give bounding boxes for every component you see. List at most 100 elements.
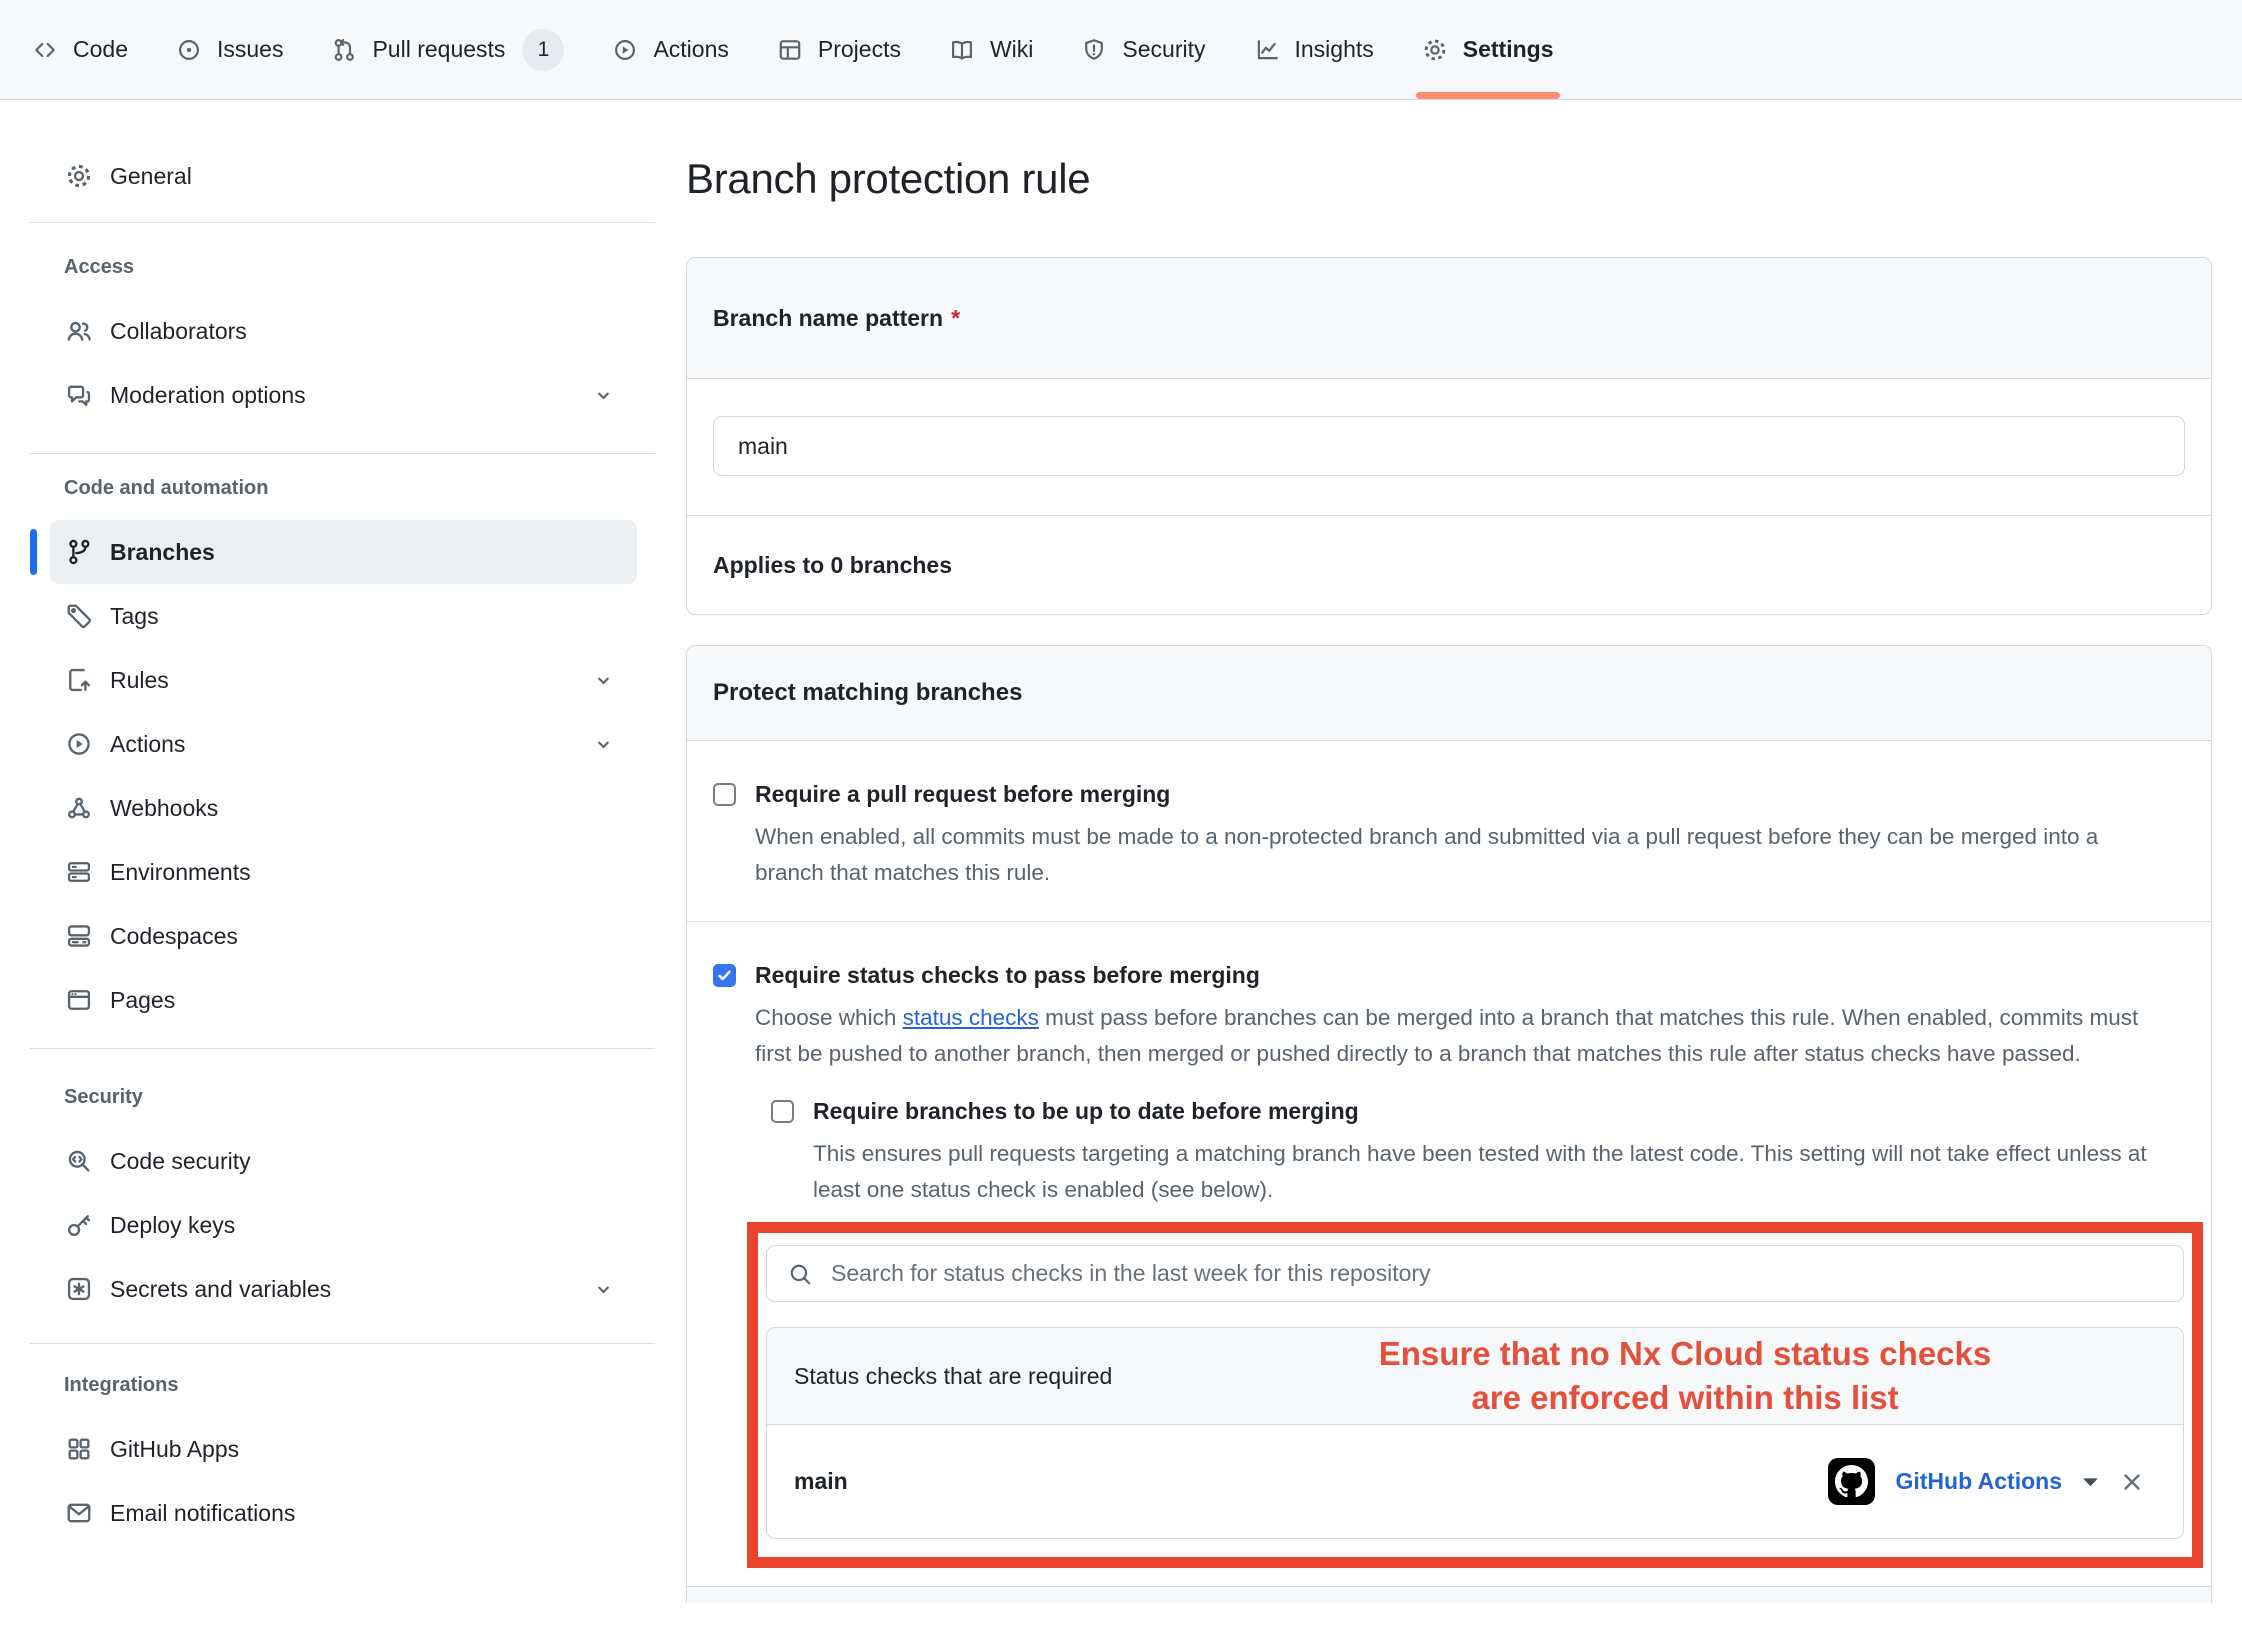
sidebar-item-label: Moderation options	[110, 382, 306, 409]
people-icon	[65, 317, 93, 345]
required-status-checks-title: Status checks that are required	[794, 1363, 1112, 1390]
sidebar-section-integrations: Integrations	[30, 1371, 655, 1399]
sidebar-item-webhooks[interactable]: Webhooks	[50, 776, 637, 840]
branch-name-pattern-header: Branch name pattern *	[687, 258, 2211, 379]
tab-projects[interactable]: Projects	[753, 0, 925, 99]
sidebar-item-code-security[interactable]: Code security	[50, 1129, 637, 1193]
sidebar-item-rules[interactable]: Rules	[50, 648, 637, 712]
branch-name-pattern-card: Branch name pattern * Applies to 0 branch…	[686, 257, 2212, 615]
sidebar-item-pages[interactable]: Pages	[50, 968, 637, 1032]
tab-settings[interactable]: Settings	[1398, 0, 1578, 99]
issue-opened-icon	[176, 37, 202, 63]
required-asterisk: *	[951, 305, 960, 331]
sidebar-item-label: Webhooks	[110, 795, 218, 822]
sidebar-item-label: Pages	[110, 987, 175, 1014]
remove-status-check-icon[interactable]	[2119, 1469, 2145, 1495]
require-pr-section: Require a pull request before merging Wh…	[687, 741, 2211, 921]
annotation-text: Ensure that no Nx Cloud status checks ar…	[1227, 1328, 2143, 1424]
sidebar-item-actions[interactable]: Actions	[50, 712, 637, 776]
sidebar-section-code-automation: Code and automation	[30, 474, 655, 502]
divider	[30, 453, 655, 454]
require-pr-checkbox[interactable]	[713, 783, 736, 806]
sidebar-item-label: Environments	[110, 859, 251, 886]
gear-icon	[65, 162, 93, 190]
branch-name-pattern-input[interactable]	[713, 416, 2185, 476]
tab-insights[interactable]: Insights	[1230, 0, 1398, 99]
sidebar-section-access: Access	[30, 253, 655, 281]
sidebar-item-label: Actions	[110, 731, 185, 758]
status-checks-search-input[interactable]	[829, 1259, 2163, 1288]
webhook-icon	[65, 794, 93, 822]
branch-name-pattern-label: Branch name pattern	[713, 305, 943, 331]
applies-count: Applies to 0 branches	[687, 515, 2211, 614]
active-indicator	[30, 529, 37, 575]
check-icon	[716, 967, 733, 984]
tab-actions[interactable]: Actions	[588, 0, 752, 99]
protect-matching-branches-card: Protect matching branches Require a pull…	[686, 645, 2212, 1603]
tab-pull-requests-label: Pull requests	[372, 36, 505, 63]
required-status-checks-header: Status checks that are required Ensure t…	[767, 1328, 2183, 1425]
sidebar-section-security: Security	[30, 1083, 655, 1111]
sidebar-item-codespaces[interactable]: Codespaces	[50, 904, 637, 968]
sidebar-item-secrets-variables[interactable]: Secrets and variables	[50, 1257, 637, 1321]
protect-matching-branches-header: Protect matching branches	[687, 646, 2211, 741]
tab-security[interactable]: Security	[1057, 0, 1229, 99]
sidebar-item-deploy-keys[interactable]: Deploy keys	[50, 1193, 637, 1257]
caret-down-icon[interactable]	[2082, 1477, 2099, 1487]
up-to-date-label: Require branches to be up to date before…	[813, 1094, 2185, 1128]
status-check-name: main	[794, 1468, 848, 1495]
require-status-checks-checkbox[interactable]	[713, 964, 736, 987]
sidebar-item-label: Rules	[110, 667, 169, 694]
sidebar-item-collaborators[interactable]: Collaborators	[50, 299, 637, 363]
tab-settings-label: Settings	[1463, 36, 1554, 63]
sidebar-item-email-notifications[interactable]: Email notifications	[50, 1481, 637, 1545]
sidebar-item-label: GitHub Apps	[110, 1436, 239, 1463]
tab-actions-label: Actions	[653, 36, 728, 63]
play-icon	[65, 730, 93, 758]
git-pull-request-icon	[331, 37, 357, 63]
next-section-header-partial	[687, 1586, 2211, 1603]
codespaces-icon	[65, 922, 93, 950]
sidebar-item-moderation-options[interactable]: Moderation options	[50, 363, 637, 427]
comment-discussion-icon	[65, 381, 93, 409]
tab-insights-label: Insights	[1295, 36, 1374, 63]
tab-pull-requests[interactable]: Pull requests 1	[307, 0, 588, 99]
sidebar-item-github-apps[interactable]: GitHub Apps	[50, 1417, 637, 1481]
require-pr-description: When enabled, all commits must be made t…	[755, 819, 2125, 891]
sidebar-item-label: Tags	[110, 603, 159, 630]
require-status-checks-section: Require status checks to pass before mer…	[687, 921, 2211, 1586]
git-branch-icon	[65, 538, 93, 566]
octocat-icon	[1835, 1465, 1868, 1498]
gear-icon	[1422, 37, 1448, 63]
sidebar-item-environments[interactable]: Environments	[50, 840, 637, 904]
pull-requests-count-badge: 1	[522, 29, 564, 71]
github-actions-app-link[interactable]: GitHub Actions	[1895, 1468, 2062, 1495]
require-pr-label: Require a pull request before merging	[755, 777, 2125, 811]
search-icon	[787, 1261, 813, 1287]
sidebar-item-label: Branches	[110, 539, 215, 566]
sidebar-item-label: General	[110, 163, 192, 190]
up-to-date-checkbox[interactable]	[771, 1100, 794, 1123]
sidebar-item-branches[interactable]: Branches	[50, 520, 637, 584]
require-status-checks-description: Choose which status checks must pass bef…	[755, 1000, 2163, 1072]
code-icon	[32, 37, 58, 63]
sidebar-item-general[interactable]: General	[50, 144, 637, 208]
status-checks-search	[766, 1245, 2184, 1302]
book-icon	[949, 37, 975, 63]
tab-code[interactable]: Code	[8, 0, 152, 99]
codescan-icon	[65, 1147, 93, 1175]
tab-issues[interactable]: Issues	[152, 0, 307, 99]
server-icon	[65, 858, 93, 886]
chevron-down-icon	[592, 384, 615, 407]
tab-wiki[interactable]: Wiki	[925, 0, 1057, 99]
up-to-date-subsection: Require branches to be up to date before…	[771, 1094, 2185, 1208]
sidebar-item-tags[interactable]: Tags	[50, 584, 637, 648]
tab-security-label: Security	[1122, 36, 1205, 63]
sidebar-item-label: Code security	[110, 1148, 251, 1175]
status-checks-link[interactable]: status checks	[903, 1005, 1039, 1030]
status-check-row: main GitHub Actions	[767, 1425, 2183, 1538]
settings-sidebar: General Access Collaborators Moderation …	[0, 100, 655, 1545]
sidebar-item-label: Email notifications	[110, 1500, 295, 1527]
github-actions-avatar	[1828, 1458, 1875, 1505]
divider	[30, 222, 655, 223]
